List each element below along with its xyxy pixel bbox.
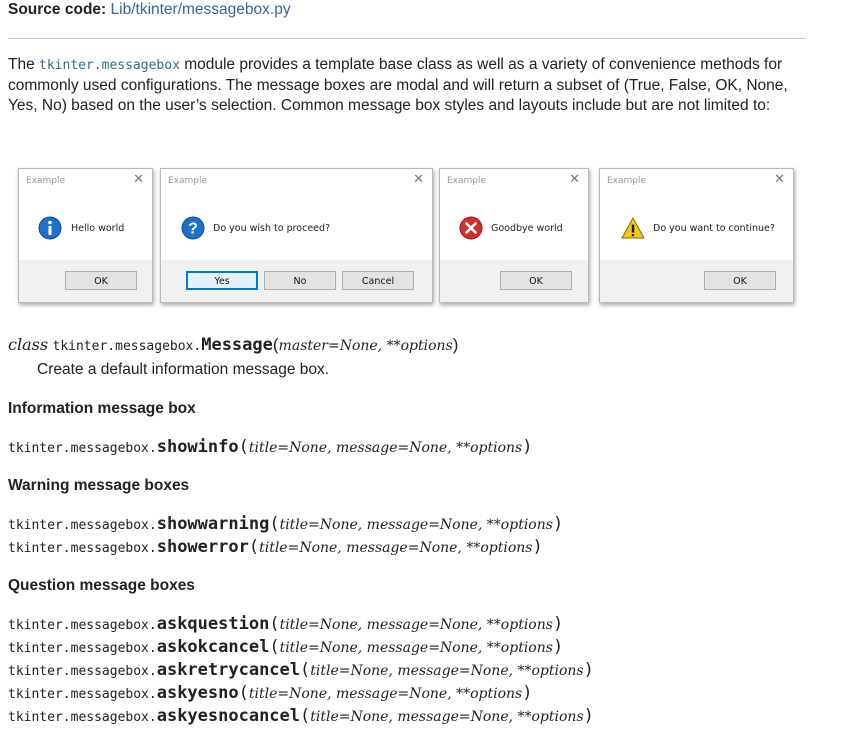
dialog-continue: Example ✕ Do you want to continue? OK — [599, 168, 794, 303]
function-prefix: tkinter.messagebox. — [8, 710, 157, 725]
close-icon[interactable]: ✕ — [413, 172, 424, 187]
dialog-title: Example — [447, 176, 487, 186]
dialog-footer: OK — [440, 260, 588, 302]
dialog-footer: OK — [19, 260, 152, 302]
function-prefix: tkinter.messagebox. — [8, 518, 157, 533]
dialog-message: Do you want to continue? — [653, 223, 775, 234]
function-name[interactable]: showerror — [157, 537, 249, 557]
dialog-proceed: Example ✕ ? Do you wish to proceed? Yes … — [160, 168, 433, 303]
question-icon: ? — [181, 216, 205, 240]
close-icon[interactable]: ✕ — [133, 172, 144, 187]
class-params: master=None, **options — [278, 338, 453, 354]
function-name[interactable]: askokcancel — [157, 637, 270, 657]
function-params: title=None, message=None, **options — [259, 540, 533, 556]
class-signature: class tkinter.messagebox.Message(master=… — [8, 335, 458, 355]
function-prefix: tkinter.messagebox. — [8, 641, 157, 656]
ok-button[interactable]: OK — [500, 271, 572, 290]
close-icon[interactable]: ✕ — [774, 172, 785, 187]
function-signature: tkinter.messagebox.askyesnocancel(title=… — [8, 706, 594, 726]
function-prefix: tkinter.messagebox. — [8, 687, 157, 702]
function-signature: tkinter.messagebox.askokcancel(title=Non… — [8, 637, 564, 657]
function-prefix: tkinter.messagebox. — [8, 441, 157, 456]
ok-button[interactable]: OK — [704, 271, 776, 290]
function-name[interactable]: askquestion — [157, 614, 270, 634]
error-icon — [459, 216, 483, 240]
function-params: title=None, message=None, **options — [310, 663, 584, 679]
divider — [8, 38, 806, 39]
dialog-title: Example — [168, 176, 208, 186]
svg-text:?: ? — [188, 221, 198, 238]
function-params: title=None, message=None, **options — [248, 686, 523, 702]
dialog-footer: OK — [600, 260, 793, 302]
function-name[interactable]: askyesno — [157, 683, 239, 703]
class-name[interactable]: Message — [201, 335, 273, 355]
function-name[interactable]: askretrycancel — [157, 660, 300, 680]
cancel-button[interactable]: Cancel — [342, 271, 414, 290]
function-prefix: tkinter.messagebox. — [8, 664, 157, 679]
dialog-footer: Yes No Cancel — [161, 260, 432, 302]
function-name[interactable]: askyesnocancel — [157, 706, 300, 726]
source-link[interactable]: Lib/tkinter/messagebox.py — [111, 1, 291, 18]
info-icon — [38, 216, 62, 240]
function-name[interactable]: showwarning — [157, 514, 270, 534]
intro-text-before: The — [8, 56, 40, 73]
function-signature: tkinter.messagebox.askretrycancel(title=… — [8, 660, 594, 680]
function-signature: tkinter.messagebox.askyesno(title=None, … — [8, 683, 533, 703]
section-heading-info: Information message box — [8, 400, 196, 417]
source-line: Source code: Lib/tkinter/messagebox.py — [8, 0, 291, 20]
class-keyword: class — [8, 335, 49, 354]
function-name[interactable]: showinfo — [157, 437, 239, 457]
warning-icon — [621, 217, 645, 239]
function-params: title=None, message=None, **options — [279, 517, 553, 533]
source-label: Source code: — [8, 1, 107, 18]
section-heading-question: Question message boxes — [8, 577, 195, 594]
dialog-hello: Example ✕ Hello world OK — [18, 168, 153, 303]
dialog-goodbye: Example ✕ Goodbye world OK — [439, 168, 589, 303]
paren-close: ) — [452, 335, 459, 354]
yes-button[interactable]: Yes — [186, 271, 258, 290]
intro-paragraph: The tkinter.messagebox module provides a… — [8, 55, 808, 116]
section-heading-warning: Warning message boxes — [8, 477, 190, 494]
ok-button[interactable]: OK — [65, 271, 137, 290]
function-signature: tkinter.messagebox.askquestion(title=Non… — [8, 614, 564, 634]
function-signature: tkinter.messagebox.showinfo(title=None, … — [8, 437, 533, 457]
dialog-message: Do you wish to proceed? — [213, 223, 331, 234]
function-signature: tkinter.messagebox.showwarning(title=Non… — [8, 514, 564, 534]
function-prefix: tkinter.messagebox. — [8, 541, 157, 556]
dialog-title: Example — [26, 176, 66, 186]
dialog-message: Hello world — [71, 223, 125, 234]
function-params: title=None, message=None, **options — [279, 617, 553, 633]
close-icon[interactable]: ✕ — [569, 172, 580, 187]
dialog-message: Goodbye world — [491, 223, 563, 234]
class-prefix: tkinter.messagebox. — [52, 339, 202, 354]
dialog-title: Example — [607, 176, 647, 186]
function-params: title=None, message=None, **options — [279, 640, 553, 656]
function-prefix: tkinter.messagebox. — [8, 618, 157, 633]
function-params: title=None, message=None, **options — [310, 709, 584, 725]
intro-code[interactable]: tkinter.messagebox — [39, 58, 180, 73]
function-signature: tkinter.messagebox.showerror(title=None,… — [8, 537, 543, 557]
function-params: title=None, message=None, **options — [248, 440, 523, 456]
no-button[interactable]: No — [264, 271, 336, 290]
class-description: Create a default information message box… — [37, 361, 330, 378]
